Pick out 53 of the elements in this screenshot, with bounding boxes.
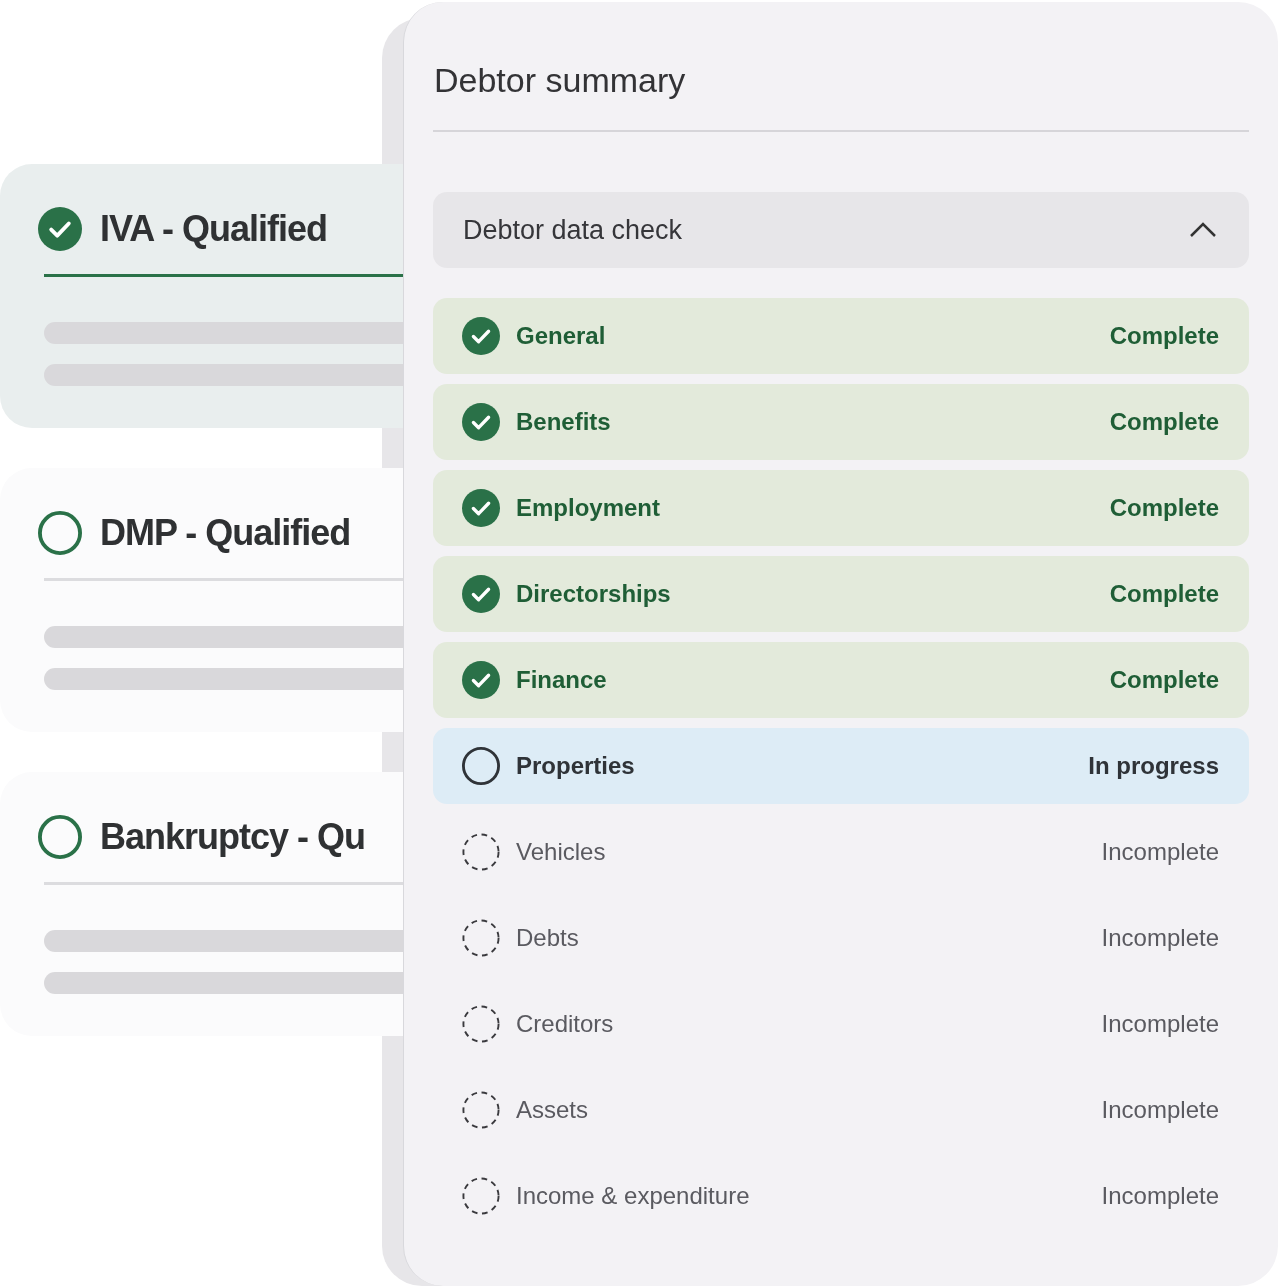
circle-icon: [462, 747, 500, 785]
check-row[interactable]: Debts Incomplete: [433, 900, 1249, 976]
check-circle-icon: [462, 489, 500, 527]
row-label: Debts: [516, 923, 579, 953]
dashed-circle-icon: [462, 919, 500, 957]
check-row[interactable]: General Complete: [433, 298, 1249, 374]
row-status: Complete: [1109, 407, 1219, 437]
row-status: Complete: [1109, 579, 1219, 609]
check-row[interactable]: Creditors Incomplete: [433, 986, 1249, 1062]
row-label: Assets: [516, 1095, 589, 1125]
row-status: Incomplete: [1101, 1181, 1219, 1211]
chevron-icon: [1189, 222, 1217, 238]
check-circle-icon: [462, 575, 500, 613]
panel-title: Debtor summary: [433, 60, 687, 101]
row-status: Complete: [1109, 493, 1219, 523]
check-circle-icon: [462, 661, 500, 699]
row-status: Incomplete: [1101, 1009, 1219, 1039]
row-label: Properties: [516, 751, 635, 781]
check-row[interactable]: Benefits Complete: [433, 384, 1249, 460]
row-status: Incomplete: [1101, 837, 1219, 867]
check-row[interactable]: Employment Complete: [433, 470, 1249, 546]
check-circle-icon: [462, 317, 500, 355]
check-row[interactable]: Income & expenditure Incomplete: [433, 1158, 1249, 1234]
section-header[interactable]: Debtor data check: [433, 192, 1249, 268]
check-row[interactable]: Finance Complete: [433, 642, 1249, 718]
qualification-title: IVA - Qualified: [100, 207, 327, 251]
row-label: Creditors: [516, 1009, 614, 1039]
row-label: Employment: [516, 493, 661, 523]
check-row[interactable]: Properties In progress: [433, 728, 1249, 804]
dashed-circle-icon: [462, 1005, 500, 1043]
row-label: General: [516, 321, 606, 351]
row-status: In progress: [1088, 751, 1219, 781]
row-status: Complete: [1109, 665, 1219, 695]
check-circle-icon: [462, 403, 500, 441]
check-circle-icon: [38, 207, 82, 251]
row-status: Incomplete: [1101, 1095, 1219, 1125]
check-row[interactable]: Vehicles Incomplete: [433, 814, 1249, 890]
dashed-circle-icon: [462, 833, 500, 871]
circle-icon: [38, 815, 82, 859]
row-label: Directorships: [516, 579, 671, 609]
row-label: Income & expenditure: [516, 1181, 750, 1211]
row-label: Vehicles: [516, 837, 606, 867]
dashed-circle-icon: [462, 1091, 500, 1129]
qualification-title: DMP - Qualified: [100, 511, 351, 555]
dashed-circle-icon: [462, 1177, 500, 1215]
check-row[interactable]: Assets Incomplete: [433, 1072, 1249, 1148]
circle-icon: [38, 511, 82, 555]
row-label: Benefits: [516, 407, 611, 437]
row-label: Finance: [516, 665, 607, 695]
check-row[interactable]: Directorships Complete: [433, 556, 1249, 632]
row-status: Complete: [1109, 321, 1219, 351]
qualification-title: Bankruptcy - Qu: [100, 815, 366, 859]
row-status: Incomplete: [1101, 923, 1219, 953]
